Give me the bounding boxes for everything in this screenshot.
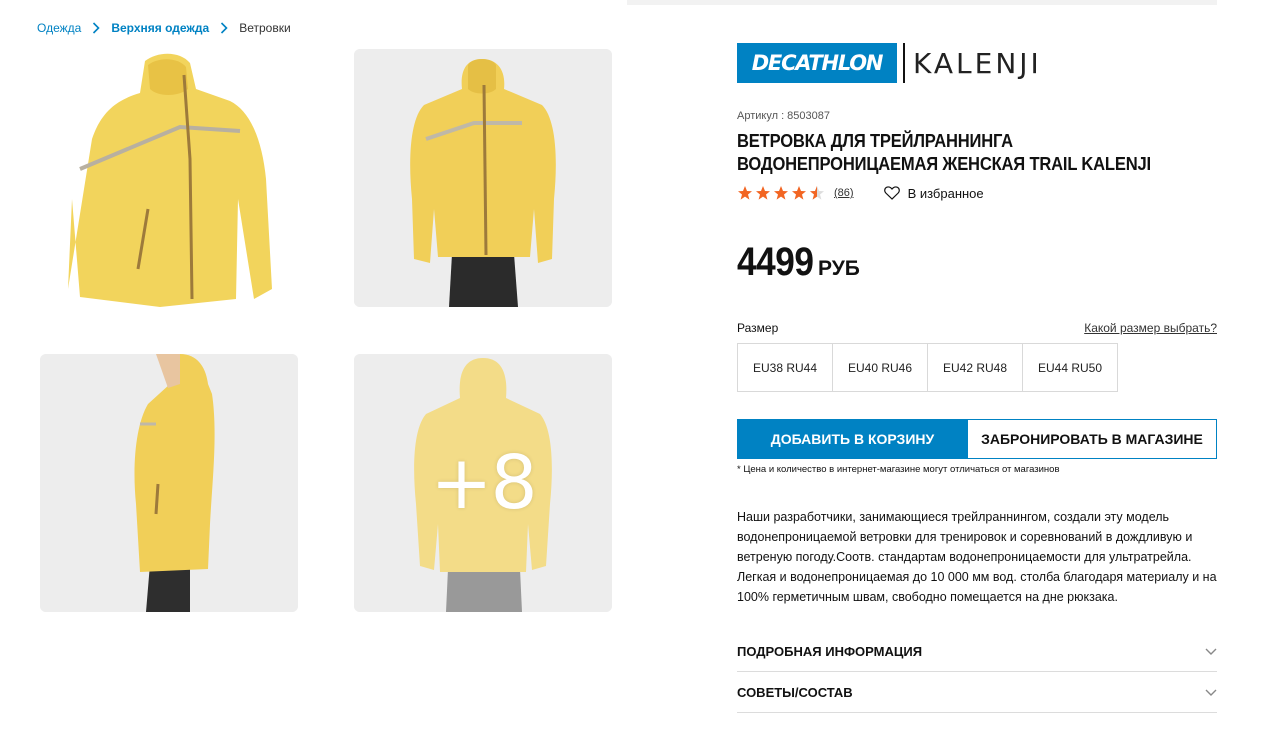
price-currency: РУБ [817,257,860,280]
product-title-line-1: ВЕТРОВКА ДЛЯ ТРЕЙЛРАННИНГА [737,131,1013,151]
star-icon [792,186,806,200]
size-option-eu40[interactable]: EU40 RU46 [832,343,928,392]
product-image-3[interactable] [40,354,298,612]
chevron-right-icon [81,22,111,34]
breadcrumb: Одежда Верхняя одежда Ветровки [37,19,291,37]
product-sku: Артикул : 8503087 [737,110,831,122]
size-label: Размер [737,321,779,335]
rating-row: (86) В избранное [737,183,984,203]
accordion-composition[interactable]: СОВЕТЫ/СОСТАВ [737,673,1217,713]
star-icon [756,186,770,200]
reviews-count-link[interactable]: (86) [834,187,854,199]
product-image-2[interactable] [354,49,612,307]
favorites-label: В избранное [907,185,984,201]
rating-stars [737,185,825,201]
breadcrumb-link-outerwear[interactable]: Верхняя одежда [111,21,209,35]
product-image-1[interactable] [40,49,298,307]
product-description: Наши разработчики, занимающиеся трейлран… [737,510,1217,604]
star-icon [774,186,788,200]
star-half-icon [810,186,824,200]
reserve-in-store-button[interactable]: ЗАБРОНИРОВАТЬ В МАГАЗИНЕ [967,419,1217,459]
accordion-composition-label: СОВЕТЫ/СОСТАВ [737,685,853,700]
decathlon-logo: DECATHLON [737,43,897,83]
more-images-label: +8 [430,440,537,526]
size-selector: EU38 RU44 EU40 RU46 EU42 RU48 EU44 RU50 [737,343,1118,392]
add-to-favorites-button[interactable]: В избранное [883,185,984,201]
add-to-cart-button[interactable]: ДОБАВИТЬ В КОРЗИНУ [737,419,968,459]
price-value: 4499 [737,240,814,284]
chevron-down-icon [1205,648,1217,655]
price-disclaimer: * Цена и количество в интернет-магазине … [737,464,1060,475]
chevron-right-icon [209,22,239,34]
chevron-down-icon [1205,689,1217,696]
breadcrumb-current: Ветровки [239,21,291,35]
size-option-eu42[interactable]: EU42 RU48 [927,343,1023,392]
size-option-eu44[interactable]: EU44 RU50 [1022,343,1118,392]
accordion-details-label: ПОДРОБНАЯ ИНФОРМАЦИЯ [737,644,923,659]
size-option-eu38[interactable]: EU38 RU44 [737,343,833,392]
product-title: ВЕТРОВКА ДЛЯ ТРЕЙЛРАННИНГА ВОДОНЕПРОНИЦА… [737,130,1169,176]
brand-divider [903,43,905,83]
product-image-more[interactable]: +8 [354,354,612,612]
top-bar [627,0,1217,5]
brand-logo: DECATHLON KALENJI [737,43,1042,83]
price: 4499 РУБ [737,240,860,285]
product-title-line-2: ВОДОНЕПРОНИЦАЕМАЯ ЖЕНСКАЯ TRAIL KALENJI [737,154,1151,174]
breadcrumb-link-clothing[interactable]: Одежда [37,21,81,35]
heart-icon [883,186,900,200]
size-guide-link[interactable]: Какой размер выбрать? [1084,321,1217,335]
accordion-details[interactable]: ПОДРОБНАЯ ИНФОРМАЦИЯ [737,632,1217,672]
star-icon [738,186,752,200]
kalenji-logo: KALENJI [913,46,1042,80]
